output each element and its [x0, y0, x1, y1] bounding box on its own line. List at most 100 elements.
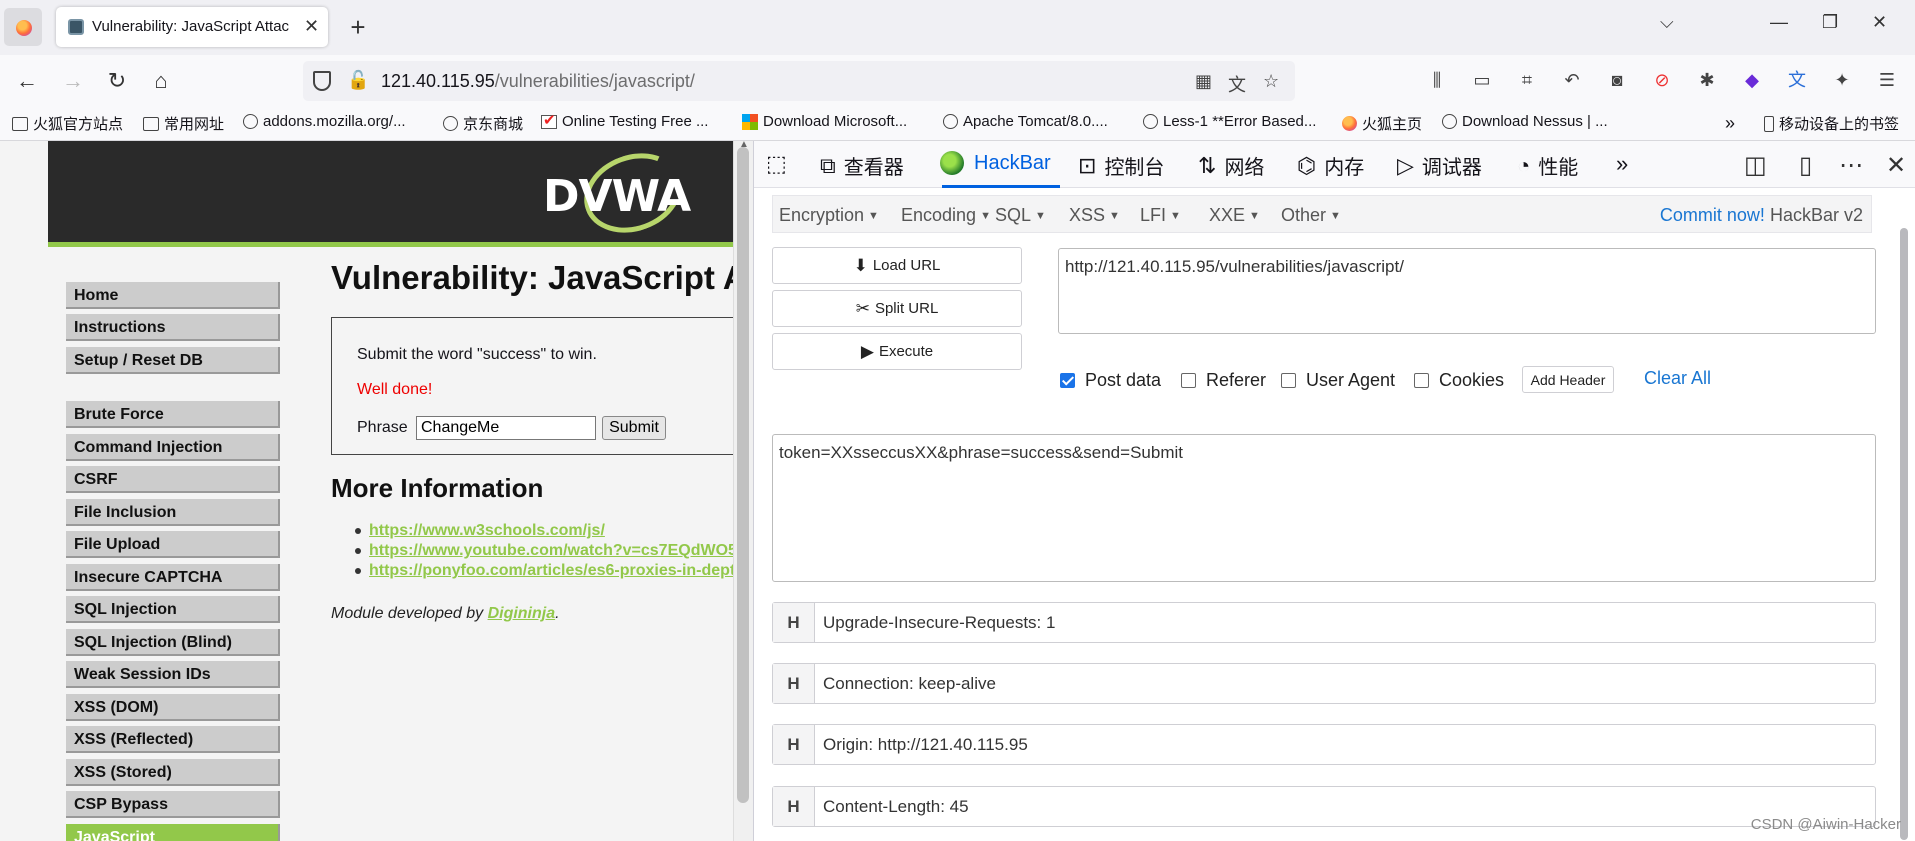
referer-checkbox[interactable]: Referer: [1181, 370, 1266, 391]
tab-inspector[interactable]: ⧉ 查看器: [820, 151, 904, 180]
bookmark-star-icon[interactable]: ☆: [1263, 71, 1279, 92]
new-tab-button[interactable]: +: [344, 10, 372, 44]
tab-network[interactable]: ⇅ 网络: [1198, 151, 1264, 180]
bookmark-item[interactable]: 常用网址: [143, 113, 224, 134]
extension-bug-icon[interactable]: ✱: [1695, 68, 1719, 92]
bookmark-item[interactable]: Download Microsoft...: [742, 113, 907, 130]
scrollbar-thumb[interactable]: [1900, 228, 1908, 840]
browser-tab-active[interactable]: Vulnerability: JavaScript Attac ✕: [56, 7, 328, 47]
checkbox-icon[interactable]: [1414, 373, 1429, 388]
phrase-input[interactable]: [416, 416, 596, 440]
translate-extension-icon[interactable]: 文: [1785, 68, 1809, 92]
menu-item-file-inclusion[interactable]: File Inclusion: [66, 499, 280, 526]
menu-encoding[interactable]: Encoding ▼: [901, 205, 991, 226]
window-close-icon[interactable]: ✕: [1872, 12, 1887, 33]
tab-console[interactable]: ⊡ 控制台: [1078, 151, 1164, 180]
reload-icon[interactable]: ↻: [102, 67, 132, 95]
url-textarea[interactable]: http://121.40.115.95/vulnerabilities/jav…: [1058, 248, 1876, 334]
qr-code-icon[interactable]: ▦: [1195, 71, 1212, 92]
checkbox-icon[interactable]: [1181, 373, 1196, 388]
close-devtools-icon[interactable]: ✕: [1886, 151, 1906, 180]
split-url-button[interactable]: ✂ Split URL: [772, 290, 1022, 327]
header-value[interactable]: Connection: keep-alive: [823, 674, 996, 694]
bookmark-item[interactable]: 火狐主页: [1342, 113, 1422, 134]
more-options-icon[interactable]: ⋯: [1839, 151, 1863, 180]
screenshot-crop-icon[interactable]: ⌗: [1515, 68, 1539, 92]
insecure-lock-icon[interactable]: 🔓: [347, 70, 369, 91]
header-value[interactable]: Upgrade-Insecure-Requests: 1: [823, 613, 1055, 633]
undo-icon[interactable]: ↶: [1560, 68, 1584, 92]
menu-item-weak-session-ids[interactable]: Weak Session IDs: [66, 661, 280, 688]
bookmark-item[interactable]: addons.mozilla.org/...: [243, 113, 406, 130]
menu-item-xss-dom[interactable]: XSS (DOM): [66, 694, 280, 721]
header-value[interactable]: Origin: http://121.40.115.95: [823, 735, 1028, 755]
reference-link[interactable]: https://www.youtube.com/watch?v=cs7EQdWO…: [369, 542, 733, 559]
menu-xss[interactable]: XSS ▼: [1069, 205, 1120, 226]
user-agent-checkbox[interactable]: User Agent: [1281, 370, 1395, 391]
tab-performance[interactable]: ◔ 性能: [1517, 151, 1578, 180]
restore-icon[interactable]: ❐: [1822, 12, 1838, 33]
more-tabs-chevron-icon[interactable]: »: [1616, 151, 1636, 177]
firefox-view-button[interactable]: [4, 8, 42, 46]
tab-debugger[interactable]: ▷ 调试器: [1397, 151, 1482, 180]
page-scrollbar[interactable]: ▲: [733, 139, 753, 841]
reference-link[interactable]: https://ponyfoo.com/articles/es6-proxies…: [369, 562, 733, 579]
menu-item-insecure-captcha[interactable]: Insecure CAPTCHA: [66, 564, 280, 591]
responsive-design-icon[interactable]: ▯: [1799, 151, 1812, 180]
menu-item-csp-bypass[interactable]: CSP Bypass: [66, 791, 280, 818]
extension-badge-icon[interactable]: ◆: [1740, 68, 1764, 92]
load-url-button[interactable]: ⬇ Load URL: [772, 247, 1022, 284]
header-toggle-button[interactable]: H: [773, 664, 815, 703]
element-picker-icon[interactable]: ⬚: [766, 151, 795, 177]
url-bar[interactable]: 🔓 121.40.115.95/vulnerabilities/javascri…: [303, 61, 1295, 101]
bookmark-item[interactable]: Download Nessus | ...: [1442, 113, 1608, 130]
menu-hamburger-icon[interactable]: ☰: [1875, 68, 1899, 92]
menu-item-setup[interactable]: Setup / Reset DB: [66, 347, 280, 374]
tab-memory[interactable]: ⌬ 内存: [1297, 151, 1364, 180]
menu-item-csrf[interactable]: CSRF: [66, 466, 280, 493]
menu-other[interactable]: Other ▼: [1281, 205, 1341, 226]
extensions-puzzle-icon[interactable]: ✦: [1830, 68, 1854, 92]
post-data-textarea[interactable]: token=XXsseccusXX&phrase=success&send=Su…: [772, 434, 1876, 582]
execute-button[interactable]: ▶ Execute: [772, 333, 1022, 370]
bookmark-item[interactable]: Less-1 **Error Based...: [1143, 113, 1316, 130]
header-toggle-button[interactable]: H: [773, 603, 815, 642]
add-header-button[interactable]: Add Header: [1522, 366, 1614, 393]
translate-icon[interactable]: 文: [1228, 71, 1246, 97]
menu-item-xss-reflected[interactable]: XSS (Reflected): [66, 726, 280, 753]
menu-item-instructions[interactable]: Instructions: [66, 314, 280, 341]
menu-item-sql-injection[interactable]: SQL Injection: [66, 596, 280, 623]
cookies-checkbox[interactable]: Cookies: [1414, 370, 1504, 391]
scrollbar-thumb[interactable]: [737, 147, 749, 803]
mobile-bookmarks[interactable]: 移动设备上的书签: [1764, 113, 1899, 134]
bookmark-item[interactable]: 京东商城: [443, 113, 523, 134]
header-value[interactable]: Content-Length: 45: [823, 797, 969, 817]
bookmark-item[interactable]: Online Testing Free ...: [541, 111, 708, 130]
close-icon[interactable]: ✕: [304, 16, 319, 37]
reference-link[interactable]: https://www.w3schools.com/js/: [369, 522, 605, 539]
forward-icon[interactable]: →: [58, 67, 88, 95]
clear-all-link[interactable]: Clear All: [1644, 368, 1711, 389]
home-icon[interactable]: ⌂: [146, 67, 176, 95]
header-toggle-button[interactable]: H: [773, 725, 815, 764]
bookmark-item[interactable]: 火狐官方站点: [12, 113, 123, 134]
header-toggle-button[interactable]: H: [773, 787, 815, 826]
menu-sql[interactable]: SQL ▼: [995, 205, 1046, 226]
menu-xxe[interactable]: XXE ▼: [1209, 205, 1260, 226]
menu-item-xss-stored[interactable]: XSS (Stored): [66, 759, 280, 786]
list-all-tabs-icon[interactable]: ⌵: [1660, 12, 1674, 33]
post-data-checkbox[interactable]: Post data: [1060, 370, 1161, 391]
menu-item-home[interactable]: Home: [66, 282, 280, 309]
back-icon[interactable]: ←: [12, 67, 42, 95]
block-icon[interactable]: ⊘: [1650, 68, 1674, 92]
more-bookmarks-chevron-icon[interactable]: »: [1725, 113, 1735, 134]
commit-now-link[interactable]: Commit now!: [1660, 205, 1765, 225]
checkbox-icon[interactable]: [1281, 373, 1296, 388]
menu-item-sql-injection-blind[interactable]: SQL Injection (Blind): [66, 629, 280, 656]
url-text[interactable]: 121.40.115.95/vulnerabilities/javascript…: [381, 71, 695, 92]
menu-item-brute-force[interactable]: Brute Force: [66, 401, 280, 428]
split-console-icon[interactable]: ◫: [1744, 151, 1767, 180]
menu-item-command-injection[interactable]: Command Injection: [66, 434, 280, 461]
menu-item-javascript[interactable]: JavaScript: [66, 824, 280, 841]
submit-button[interactable]: Submit: [602, 416, 666, 440]
